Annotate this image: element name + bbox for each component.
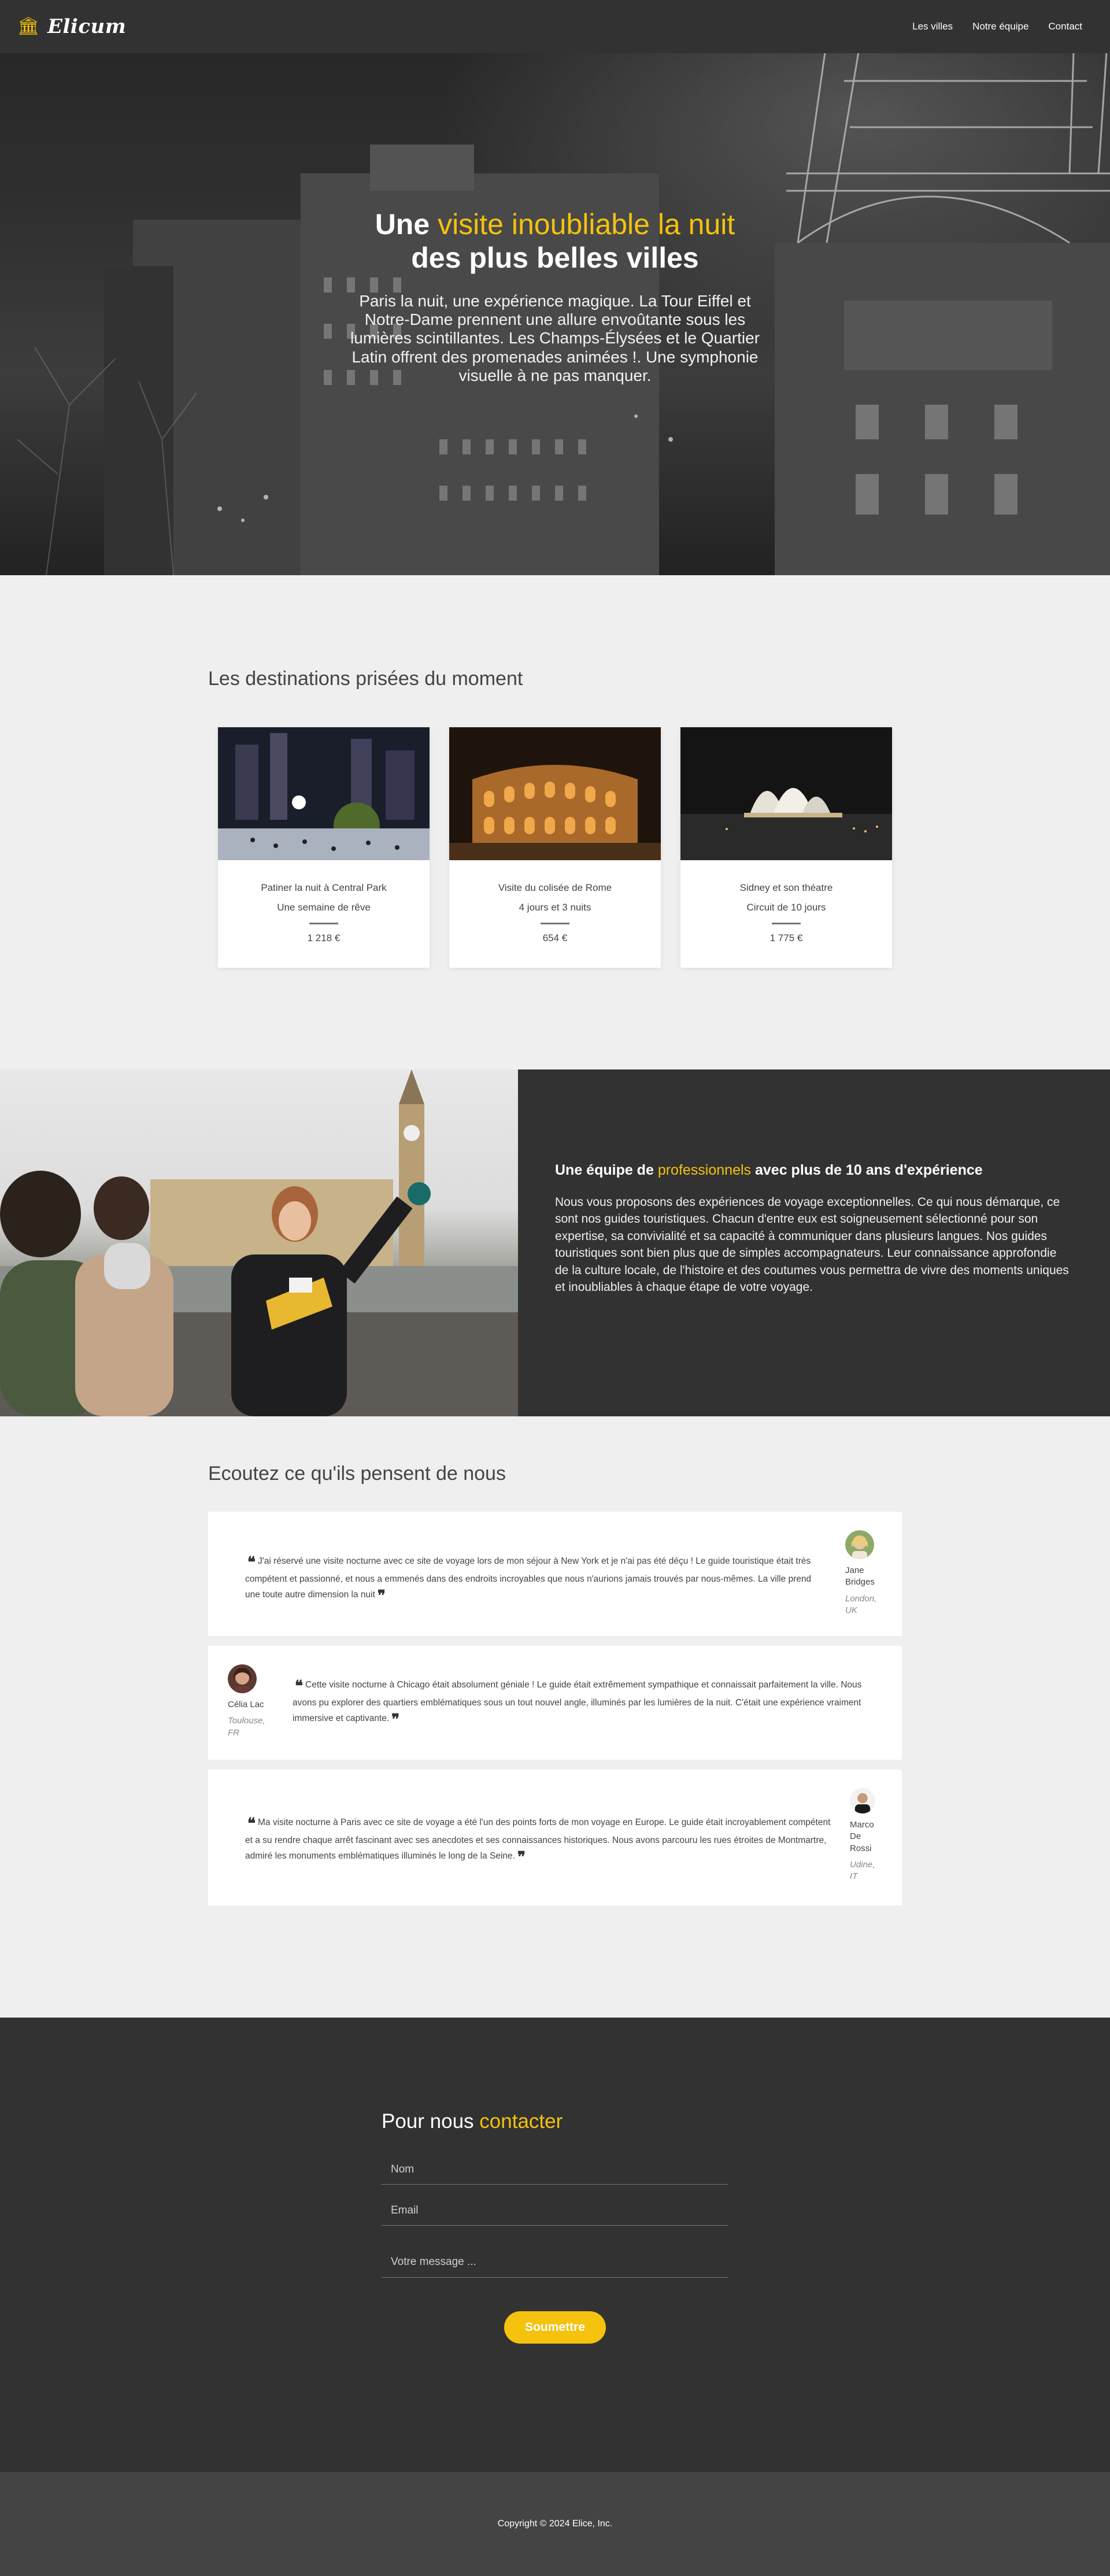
card-subtitle: 4 jours et 3 nuits	[519, 902, 591, 913]
hero-title-start: Une	[375, 208, 430, 240]
brand-name: Elicum	[47, 15, 127, 38]
avatar	[228, 1664, 257, 1693]
team-description: Nous vous proposons des expériences de v…	[555, 1196, 1069, 1294]
team-photo-illustration	[0, 1069, 518, 1416]
nav-links: Les villes Notre équipe Contact	[912, 21, 1082, 32]
brand-logo[interactable]: 🏛︎ Elicum	[17, 15, 126, 38]
message-input[interactable]	[382, 2248, 728, 2278]
team-text-panel: Une équipe de professionnels avec plus d…	[518, 1069, 1110, 1416]
nav-link-cities[interactable]: Les villes	[912, 21, 953, 32]
nav-link-team[interactable]: Notre équipe	[972, 21, 1028, 32]
quote-text: Cette visite nocturne à Chicago était ab…	[293, 1680, 862, 1724]
submit-button[interactable]: Soumettre	[504, 2311, 606, 2344]
destinations-section: Les destinations prisées du moment Patin…	[0, 575, 1110, 1069]
testimonial-author: Marco De Rossi Udine, IT	[850, 1788, 882, 1882]
top-navbar: 🏛︎ Elicum Les villes Notre équipe Contac…	[0, 0, 1110, 53]
email-input[interactable]	[382, 2196, 728, 2226]
card-subtitle: Circuit de 10 jours	[746, 902, 826, 913]
card-price: 1 775 €	[769, 932, 803, 943]
testimonial-card: ❝ J'ai réservé une visite nocturne avec c…	[208, 1512, 902, 1636]
colosseum-image	[449, 727, 661, 860]
card-divider	[541, 923, 569, 924]
hero-section: Une visite inoubliable la nuit des plus …	[0, 0, 1110, 575]
contact-title-accent: contacter	[479, 2110, 563, 2133]
contact-title: Pour nous contacter	[382, 2110, 1110, 2133]
testimonial-quote: ❝ Cette visite nocturne à Chicago était a…	[265, 1664, 882, 1730]
name-input[interactable]	[382, 2155, 728, 2185]
testimonial-list: ❝ J'ai réservé une visite nocturne avec c…	[208, 1512, 902, 1905]
testimonial-card: ❝ Ma visite nocturne à Paris avec ce site…	[208, 1770, 902, 1905]
hero-text: Une visite inoubliable la nuit des plus …	[335, 208, 775, 385]
destination-cards: Patiner la nuit à Central Park Une semai…	[208, 727, 1110, 968]
destination-card[interactable]: Patiner la nuit à Central Park Une semai…	[218, 727, 430, 968]
card-price: 654 €	[542, 932, 568, 943]
contact-title-start: Pour nous	[382, 2110, 474, 2133]
museum-icon: 🏛︎	[17, 17, 40, 36]
copyright-text: Copyright © 2024 Elice, Inc.	[497, 2519, 613, 2529]
destination-card[interactable]: Sidney et son théatre Circuit de 10 jour…	[680, 727, 892, 968]
team-title-end: avec plus de 10 ans d'expérience	[755, 1162, 983, 1178]
quote-text: J'ai réservé une visite nocturne avec ce…	[245, 1556, 812, 1600]
card-title: Patiner la nuit à Central Park	[261, 882, 387, 893]
author-location: London, UK	[845, 1593, 877, 1615]
testimonials-title: Ecoutez ce qu'ils pensent de nous	[208, 1463, 506, 1485]
quote-text: Ma visite nocturne à Paris avec ce site …	[245, 1818, 831, 1861]
quote-open-icon: ❝	[295, 1678, 303, 1695]
testimonial-author: Jane Bridges London, UK	[845, 1530, 882, 1616]
team-title-start: Une équipe de	[555, 1162, 654, 1178]
contact-section: Pour nous contacter Soumettre	[0, 2018, 1110, 2472]
avatar	[850, 1788, 875, 1813]
hero-description: Paris la nuit, une expérience magique. L…	[350, 292, 760, 384]
team-section: Une équipe de professionnels avec plus d…	[0, 1069, 1110, 1416]
quote-open-icon: ❝	[247, 1815, 256, 1833]
testimonial-author: Célia Lac Toulouse, FR	[228, 1664, 265, 1739]
destinations-title: Les destinations prisées du moment	[208, 668, 523, 690]
avatar	[845, 1530, 874, 1559]
central-park-image	[218, 727, 430, 860]
author-name: Marco De Rossi	[850, 1820, 874, 1853]
destination-card[interactable]: Visite du colisée de Rome 4 jours et 3 n…	[449, 727, 661, 968]
footer: Copyright © 2024 Elice, Inc.	[0, 2472, 1110, 2576]
hero-title-end: des plus belles villes	[411, 241, 699, 274]
card-subtitle: Une semaine de rêve	[277, 902, 371, 913]
hero-title-accent: visite inoubliable la nuit	[438, 208, 735, 240]
hero-title: Une visite inoubliable la nuit des plus …	[335, 208, 775, 275]
testimonials-section: Ecoutez ce qu'ils pensent de nous ❝ J'ai …	[0, 1416, 1110, 2018]
testimonial-quote: ❝ Ma visite nocturne à Paris avec ce site…	[228, 1788, 850, 1868]
card-divider	[772, 923, 801, 924]
author-name: Jane Bridges	[845, 1565, 875, 1587]
nav-link-contact[interactable]: Contact	[1048, 21, 1082, 32]
testimonial-quote: ❝ J'ai réservé une visite nocturne avec c…	[228, 1530, 845, 1607]
quote-close-icon: ❞	[377, 1587, 386, 1605]
card-price: 1 218 €	[307, 932, 341, 943]
team-photo	[0, 1069, 518, 1416]
quote-close-icon: ❞	[517, 1849, 526, 1867]
team-title-accent: professionnels	[657, 1162, 752, 1178]
card-title: Sidney et son théatre	[739, 882, 833, 893]
testimonial-card: Célia Lac Toulouse, FR ❝ Cette visite noc…	[208, 1646, 902, 1760]
card-divider	[309, 923, 338, 924]
sydney-opera-image	[680, 727, 892, 860]
quote-close-icon: ❞	[391, 1711, 400, 1729]
author-location: Udine, IT	[850, 1859, 875, 1881]
team-title: Une équipe de professionnels avec plus d…	[555, 1162, 1070, 1179]
author-location: Toulouse, FR	[228, 1716, 265, 1738]
contact-form: Soumettre	[382, 2155, 1110, 2344]
card-title: Visite du colisée de Rome	[498, 882, 612, 893]
quote-open-icon: ❝	[247, 1554, 256, 1571]
author-name: Célia Lac	[228, 1700, 264, 1709]
